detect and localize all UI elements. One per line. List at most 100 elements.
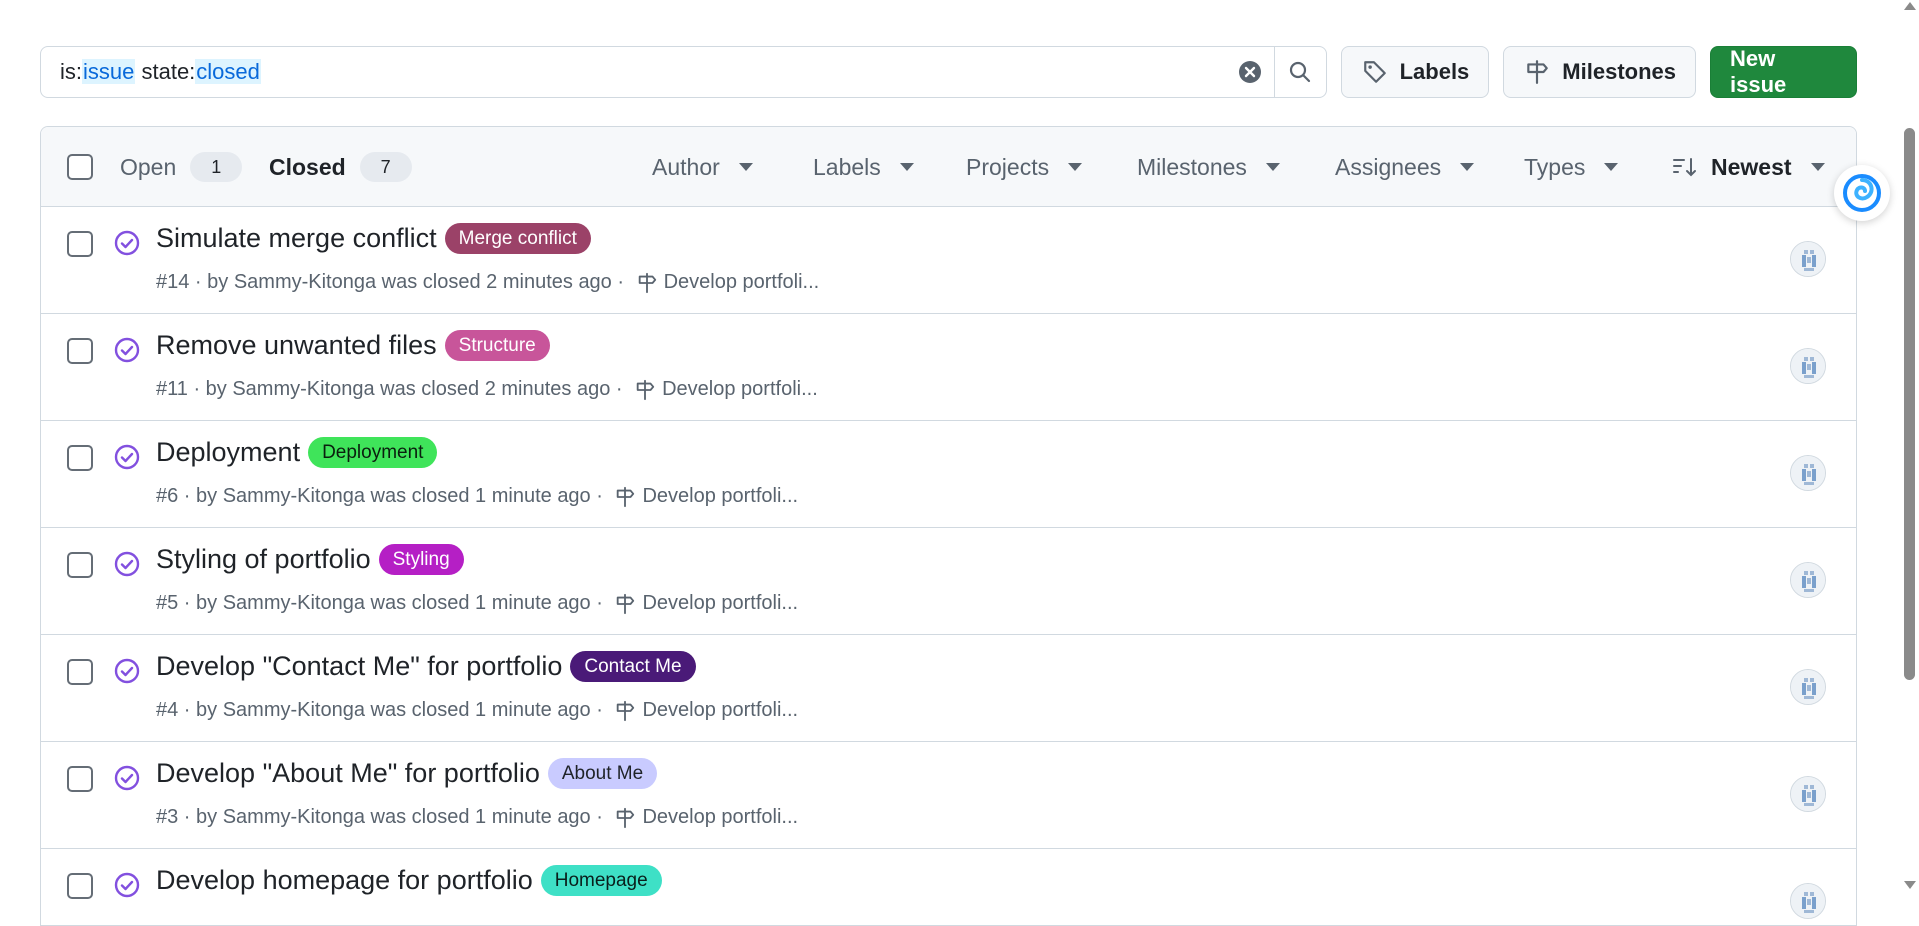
filter-labels[interactable]: Labels: [813, 127, 914, 207]
tag-icon: [1363, 61, 1386, 83]
search-input[interactable]: is:issue state:closed: [41, 59, 1232, 85]
avatar-identicon-icon: [1791, 456, 1825, 490]
meta-was-closed: was closed: [374, 378, 485, 400]
meta-by: · by: [178, 592, 223, 614]
assignee-avatar[interactable]: [1790, 348, 1826, 384]
issue-row[interactable]: Simulate merge conflict Merge conflict #…: [41, 207, 1856, 314]
issue-closed-icon: [114, 551, 140, 577]
tab-open[interactable]: Open 1: [120, 127, 243, 207]
issue-label[interactable]: Deployment: [308, 437, 438, 468]
chevron-down-icon: [1810, 163, 1825, 171]
filter-types[interactable]: Types: [1524, 127, 1619, 207]
scrollbar-thumb[interactable]: [1904, 128, 1915, 680]
clear-icon: [1238, 61, 1261, 83]
issue-checkbox[interactable]: [67, 659, 93, 685]
issue-row[interactable]: Develop homepage for portfolio Homepage: [41, 849, 1856, 925]
filter-projects[interactable]: Projects: [966, 127, 1083, 207]
issue-number: #4: [156, 699, 179, 721]
issue-author[interactable]: Sammy-Kitonga: [223, 485, 365, 508]
issue-meta: #14 · by Sammy-Kitonga was closed 2 minu…: [156, 271, 819, 294]
issue-label[interactable]: Homepage: [540, 865, 662, 896]
avatar-identicon-icon: [1791, 563, 1825, 597]
closed-count: 7: [359, 152, 412, 182]
issue-author[interactable]: Sammy-Kitonga: [223, 592, 365, 615]
filter-types-label: Types: [1524, 153, 1586, 180]
chevron-down-icon: [1265, 163, 1280, 171]
issue-title-line: Simulate merge conflict Merge conflict: [156, 223, 591, 254]
search-button[interactable]: [1273, 47, 1326, 97]
issue-milestone[interactable]: Develop portfoli...: [614, 806, 798, 829]
tab-closed[interactable]: Closed 7: [269, 127, 412, 207]
issue-row[interactable]: Styling of portfolio Styling #5 · by Sam…: [41, 528, 1856, 635]
issue-label[interactable]: Contact Me: [570, 651, 696, 682]
milestones-button-label: Milestones: [1562, 59, 1676, 84]
issue-title-line: Styling of portfolio Styling: [156, 544, 464, 575]
issue-label[interactable]: Merge conflict: [444, 223, 591, 254]
issue-row[interactable]: Develop "About Me" for portfolio About M…: [41, 742, 1856, 849]
assignee-avatar[interactable]: [1790, 562, 1826, 598]
issue-label[interactable]: Styling: [378, 544, 464, 575]
filter-author[interactable]: Author: [652, 127, 753, 207]
page-scrollbar[interactable]: [1900, 0, 1919, 893]
assistant-button[interactable]: [1834, 165, 1890, 221]
issue-title-line: Develop "About Me" for portfolio About M…: [156, 758, 658, 789]
issue-milestone[interactable]: Develop portfoli...: [614, 592, 798, 615]
issue-author[interactable]: Sammy-Kitonga: [234, 271, 376, 294]
avatar-identicon-icon: [1791, 670, 1825, 704]
issue-milestone[interactable]: Develop portfoli...: [614, 699, 798, 722]
search-bar[interactable]: is:issue state:closed: [40, 46, 1327, 98]
issue-title-link[interactable]: Simulate merge conflict: [156, 223, 437, 254]
new-issue-button[interactable]: New issue: [1710, 46, 1857, 98]
issue-title-link[interactable]: Deployment: [156, 437, 300, 468]
assignee-avatar[interactable]: [1790, 455, 1826, 491]
issue-closed-time: 1 minute ago: [475, 592, 591, 614]
issue-checkbox[interactable]: [67, 766, 93, 792]
issue-title-line: Deployment Deployment: [156, 437, 438, 468]
meta-sep: ·: [590, 806, 609, 828]
assignee-avatar[interactable]: [1790, 776, 1826, 812]
clear-search-button[interactable]: [1232, 54, 1268, 90]
issue-title-link[interactable]: Develop "Contact Me" for portfolio: [156, 651, 562, 682]
assignee-avatar[interactable]: [1790, 241, 1826, 277]
select-all-checkbox[interactable]: [67, 154, 93, 180]
milestones-button[interactable]: Milestones: [1503, 46, 1696, 98]
issue-milestone[interactable]: Develop portfoli...: [614, 485, 798, 508]
issue-label[interactable]: About Me: [547, 758, 658, 789]
issue-checkbox[interactable]: [67, 445, 93, 471]
avatar-identicon-icon: [1791, 242, 1825, 276]
filter-assignees[interactable]: Assignees: [1335, 127, 1475, 207]
issue-checkbox[interactable]: [67, 552, 93, 578]
scroll-down-arrow-icon[interactable]: [1904, 881, 1916, 889]
issue-title-link[interactable]: Styling of portfolio: [156, 544, 371, 575]
chevron-down-icon: [899, 163, 914, 171]
issue-milestone-label: Develop portfoli...: [642, 485, 799, 507]
issue-author[interactable]: Sammy-Kitonga: [223, 806, 365, 829]
avatar-identicon-icon: [1791, 777, 1825, 811]
milestone-icon: [617, 486, 635, 507]
issue-title-link[interactable]: Develop homepage for portfolio: [156, 865, 533, 896]
issue-closed-time: 1 minute ago: [475, 806, 591, 828]
filter-milestones[interactable]: Milestones: [1137, 127, 1280, 207]
issue-checkbox[interactable]: [67, 873, 93, 899]
sort-dropdown[interactable]: Newest: [1671, 127, 1825, 207]
issue-title-link[interactable]: Remove unwanted files: [156, 330, 437, 361]
scroll-up-arrow-icon[interactable]: [1904, 2, 1916, 10]
issue-author[interactable]: Sammy-Kitonga: [232, 378, 374, 401]
issue-title-link[interactable]: Develop "About Me" for portfolio: [156, 758, 540, 789]
issue-row[interactable]: Develop "Contact Me" for portfolio Conta…: [41, 635, 1856, 742]
swirl-logo-icon: [1843, 174, 1881, 212]
assignee-avatar[interactable]: [1790, 883, 1826, 919]
issue-milestone[interactable]: Develop portfoli...: [634, 378, 818, 401]
issue-label[interactable]: Structure: [444, 330, 550, 361]
meta-sep: ·: [590, 592, 609, 614]
issue-row[interactable]: Deployment Deployment #6 · by Sammy-Kito…: [41, 421, 1856, 528]
labels-button[interactable]: Labels: [1340, 46, 1490, 98]
assignee-avatar[interactable]: [1790, 669, 1826, 705]
issue-milestone[interactable]: Develop portfoli...: [636, 271, 819, 294]
issue-author[interactable]: Sammy-Kitonga: [223, 699, 365, 722]
issue-checkbox[interactable]: [67, 231, 93, 257]
issue-row[interactable]: Remove unwanted files Structure #11 · by…: [41, 314, 1856, 421]
issue-closed-time: 2 minutes ago: [484, 378, 611, 400]
issue-checkbox[interactable]: [67, 338, 93, 364]
chevron-down-icon: [738, 163, 753, 171]
